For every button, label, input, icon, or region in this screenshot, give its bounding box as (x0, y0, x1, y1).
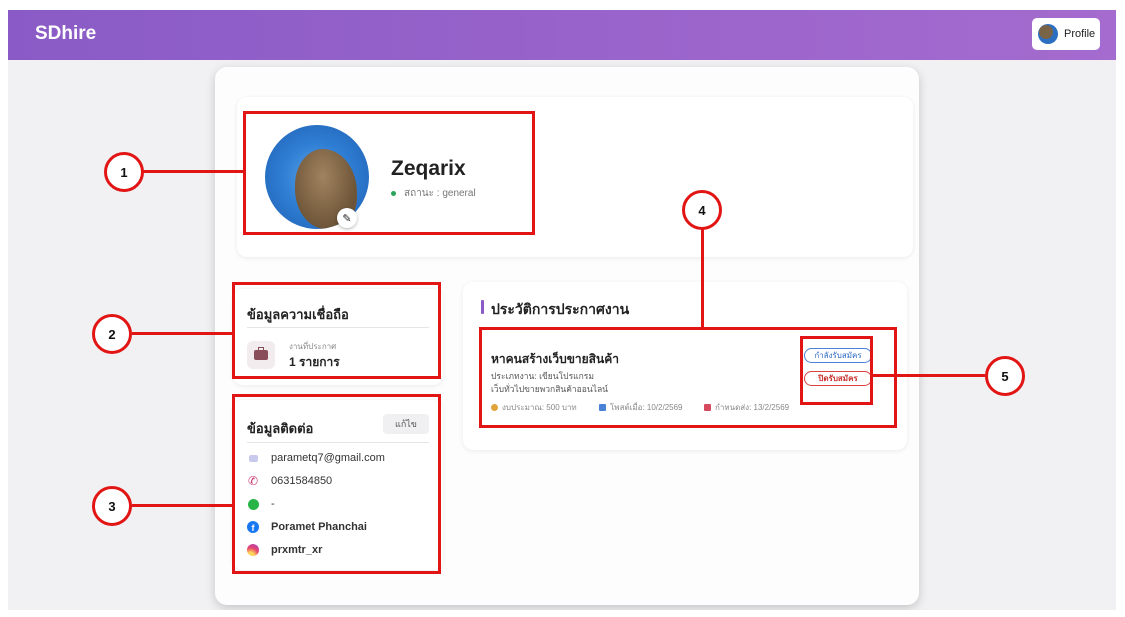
brand-logo[interactable]: SDhire (35, 23, 96, 45)
profile-button-label: Profile (1064, 28, 1096, 40)
annotation-marker-5: 5 (985, 356, 1025, 396)
annotation-marker-1: 1 (104, 152, 144, 192)
job-history-title: ประวัติการประกาศงาน (491, 301, 630, 317)
annotation-line-3 (132, 504, 232, 507)
profile-button[interactable]: Profile (1032, 18, 1100, 50)
annotation-marker-2: 2 (92, 314, 132, 354)
section-accent-bar (481, 300, 484, 314)
annotation-box-5 (800, 336, 873, 405)
annotation-box-2 (232, 282, 441, 379)
annotation-line-1 (143, 170, 243, 173)
profile-avatar-icon (1038, 24, 1058, 44)
annotation-marker-4: 4 (682, 190, 722, 230)
top-navbar: SDhire Profile (8, 10, 1116, 60)
annotation-line-2 (132, 332, 232, 335)
annotation-line-5 (873, 374, 985, 377)
annotation-box-3 (232, 394, 441, 574)
annotation-box-1 (243, 111, 535, 235)
annotation-line-4 (701, 228, 704, 327)
annotation-marker-3: 3 (92, 486, 132, 526)
app-frame: SDhire Profile ✎ Zeqarix สถานะ : general… (8, 10, 1116, 610)
